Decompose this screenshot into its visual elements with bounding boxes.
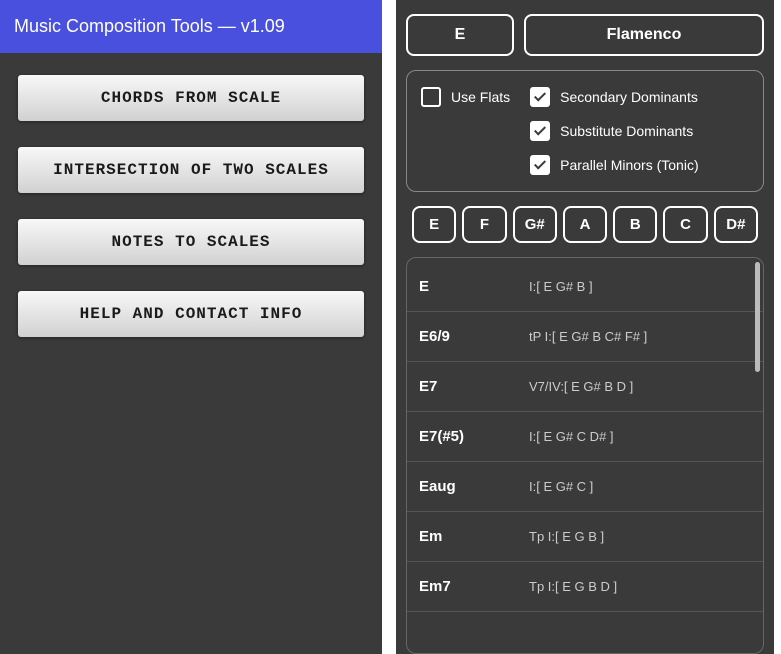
note-button[interactable]: C [663,206,707,243]
note-button[interactable]: E [412,206,456,243]
chord-detail: V7/IV:[ E G# B D ] [529,379,633,394]
chord-row[interactable]: Eaug I:[ E G# C ] [407,462,763,512]
scrollbar-indicator [755,262,760,372]
chord-detail: Tp I:[ E G B D ] [529,579,617,594]
chords-from-scale-button[interactable]: CHORDS FROM SCALE [18,75,364,121]
main-menu: CHORDS FROM SCALE INTERSECTION OF TWO SC… [0,53,382,359]
note-button[interactable]: D# [714,206,758,243]
parallel-minors-checkbox[interactable]: Parallel Minors (Tonic) [530,155,749,175]
chord-row[interactable]: E6/9 tP I:[ E G# B C# F# ] [407,312,763,362]
note-button[interactable]: A [563,206,607,243]
chord-detail: I:[ E G# C ] [529,479,593,494]
options-left-column: Use Flats [421,87,510,175]
checkbox-icon [530,87,550,107]
chord-name: E [419,278,529,295]
parallel-minors-label: Parallel Minors (Tonic) [560,157,698,173]
chord-name: Eaug [419,478,529,495]
chord-row[interactable]: E I:[ E G# B ] [407,258,763,312]
chord-row[interactable]: Em7 Tp I:[ E G B D ] [407,562,763,612]
chord-name: E7 [419,378,529,395]
checkbox-icon [530,155,550,175]
chord-row[interactable]: E7(#5) I:[ E G# C D# ] [407,412,763,462]
options-right-column: Secondary Dominants Substitute Dominants… [530,87,749,175]
options-panel: Use Flats Secondary Dominants Substitute… [406,70,764,192]
chord-list: E I:[ E G# B ] E6/9 tP I:[ E G# B C# F# … [406,257,764,654]
note-button[interactable]: G# [513,206,557,243]
use-flats-checkbox[interactable]: Use Flats [421,87,510,107]
app-header: Music Composition Tools — v1.09 [0,0,382,53]
checkbox-icon [421,87,441,107]
chord-detail: Tp I:[ E G B ] [529,529,604,544]
chord-name: E6/9 [419,328,529,345]
notes-to-scales-button[interactable]: NOTES TO SCALES [18,219,364,265]
use-flats-label: Use Flats [451,89,510,105]
chord-name: E7(#5) [419,428,529,445]
substitute-dominants-label: Substitute Dominants [560,123,693,139]
help-contact-button[interactable]: HELP AND CONTACT INFO [18,291,364,337]
note-button[interactable]: B [613,206,657,243]
key-scale-row: E Flamenco [406,14,764,56]
chord-row[interactable]: E7 V7/IV:[ E G# B D ] [407,362,763,412]
chord-row[interactable]: Em Tp I:[ E G B ] [407,512,763,562]
app-title: Music Composition Tools — v1.09 [14,16,285,36]
chord-name: Em7 [419,578,529,595]
chord-list-scroll[interactable]: E I:[ E G# B ] E6/9 tP I:[ E G# B C# F# … [407,258,763,653]
checkbox-icon [530,121,550,141]
chord-name: Em [419,528,529,545]
intersection-two-scales-button[interactable]: INTERSECTION OF TWO SCALES [18,147,364,193]
scale-notes-row: E F G# A B C D# [406,206,764,243]
note-button[interactable]: F [462,206,506,243]
chord-detail: I:[ E G# C D# ] [529,429,614,444]
key-selector-button[interactable]: E [406,14,514,56]
secondary-dominants-label: Secondary Dominants [560,89,698,105]
secondary-dominants-checkbox[interactable]: Secondary Dominants [530,87,749,107]
left-panel: Music Composition Tools — v1.09 CHORDS F… [0,0,382,654]
chord-detail: tP I:[ E G# B C# F# ] [529,329,647,344]
substitute-dominants-checkbox[interactable]: Substitute Dominants [530,121,749,141]
scale-selector-button[interactable]: Flamenco [524,14,764,56]
right-panel: E Flamenco Use Flats Secondary Dominants… [396,0,774,654]
chord-detail: I:[ E G# B ] [529,279,593,294]
